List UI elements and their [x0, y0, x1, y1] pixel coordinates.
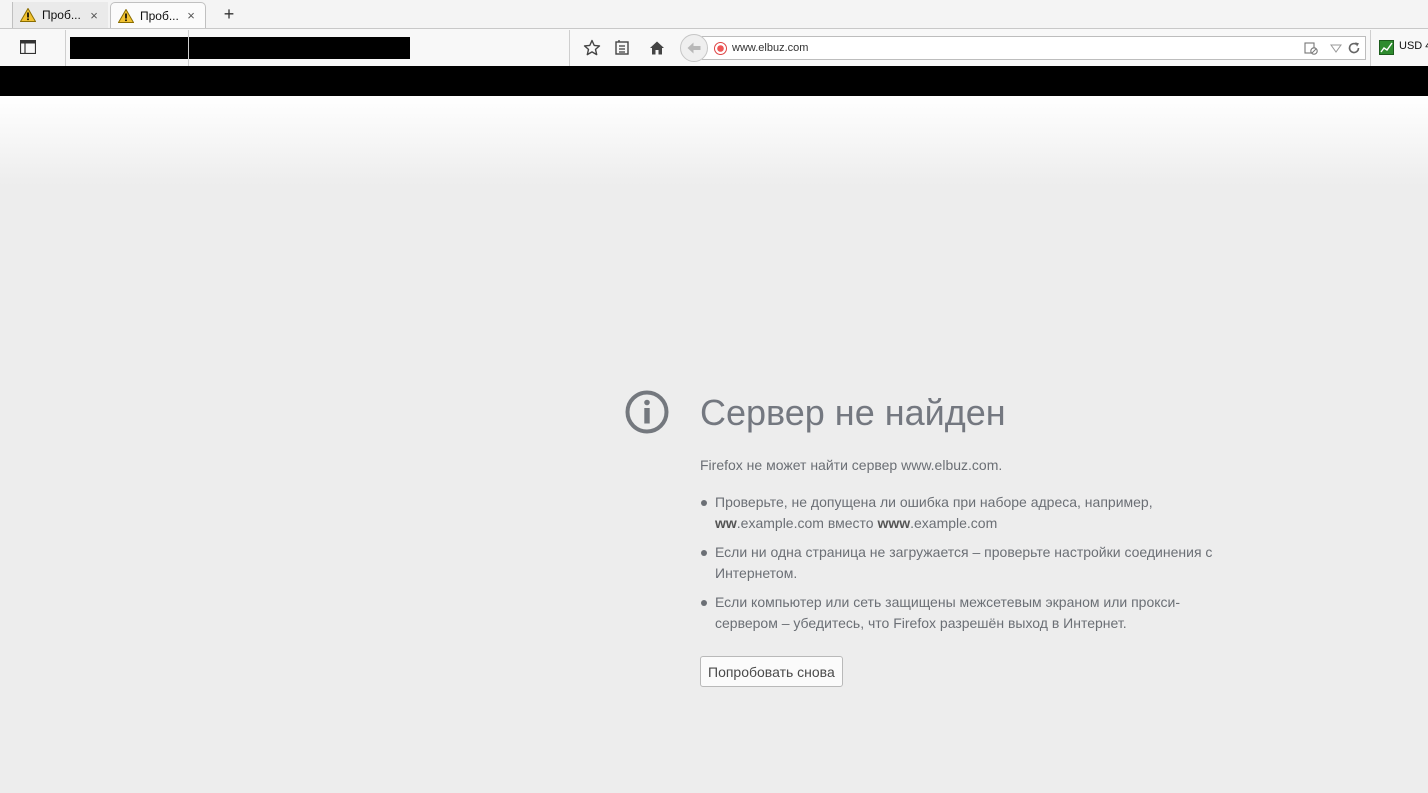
error-page: Сервер не найден Firefox не может найти …: [0, 96, 1428, 793]
bullet-icon: [701, 550, 707, 556]
close-tab-icon[interactable]: ×: [86, 8, 102, 23]
toolbar-separator: [188, 30, 189, 66]
redacted-bookmarks-bar: [0, 66, 1428, 96]
info-icon: [625, 390, 669, 434]
chart-extension-icon[interactable]: [1379, 40, 1394, 55]
tab-title: Проб...: [140, 8, 179, 23]
bookmarks-menu-icon[interactable]: [613, 39, 631, 57]
list-item: Проверьте, не допущена ли ошибка при наб…: [700, 492, 1240, 534]
new-tab-button[interactable]: +: [220, 4, 238, 24]
toolbar-separator: [569, 30, 570, 66]
dropdown-arrow-icon[interactable]: [1329, 41, 1343, 55]
back-button[interactable]: [680, 34, 708, 62]
url-bar[interactable]: [702, 36, 1366, 60]
toolbar-separator: [65, 30, 66, 66]
tab-2-active[interactable]: Проб... ×: [110, 2, 206, 28]
reader-mode-icon[interactable]: [1304, 41, 1318, 55]
site-identity-icon[interactable]: [714, 42, 727, 55]
home-icon[interactable]: [648, 39, 666, 57]
redacted-region: [70, 37, 410, 59]
back-arrow-icon: [687, 42, 701, 54]
reload-icon[interactable]: [1347, 41, 1361, 55]
suggestion-text: Проверьте, не допущена ли ошибка при наб…: [715, 494, 1153, 510]
warning-icon: [20, 8, 36, 22]
navigation-toolbar: USD 4: [0, 29, 1428, 66]
tab-1[interactable]: Проб... ×: [12, 2, 108, 28]
bookmark-star-icon[interactable]: [583, 39, 601, 57]
bullet-icon: [701, 500, 707, 506]
example-bold: www: [877, 515, 911, 531]
list-item: Если компьютер или сеть защищены межсете…: [700, 592, 1240, 634]
page-title: Сервер не найден: [700, 392, 1006, 433]
sidebar-icon[interactable]: [20, 40, 36, 54]
error-description: Firefox не может найти сервер www.elbuz.…: [700, 457, 1003, 473]
list-item: Если ни одна страница не загружается – п…: [700, 542, 1240, 584]
url-input[interactable]: [732, 38, 1292, 58]
suggestion-text: Если компьютер или сеть защищены межсете…: [715, 594, 1181, 631]
suggestion-list: Проверьте, не допущена ли ошибка при наб…: [700, 492, 1240, 642]
try-again-button[interactable]: Попробовать снова: [700, 656, 843, 687]
tab-strip: Проб... × Проб... × +: [0, 0, 1428, 29]
suggestion-text: Если ни одна страница не загружается – п…: [715, 544, 1213, 581]
tab-title: Проб...: [42, 8, 81, 22]
close-tab-icon[interactable]: ×: [183, 8, 199, 23]
example-bold: ww: [715, 515, 737, 531]
warning-icon: [118, 8, 134, 23]
suggestion-text: .example.com: [910, 515, 998, 531]
bullet-icon: [701, 600, 707, 606]
currency-extension-label[interactable]: USD 4: [1399, 40, 1428, 52]
suggestion-text: .example.com вместо: [736, 515, 878, 531]
toolbar-separator: [1370, 30, 1371, 66]
